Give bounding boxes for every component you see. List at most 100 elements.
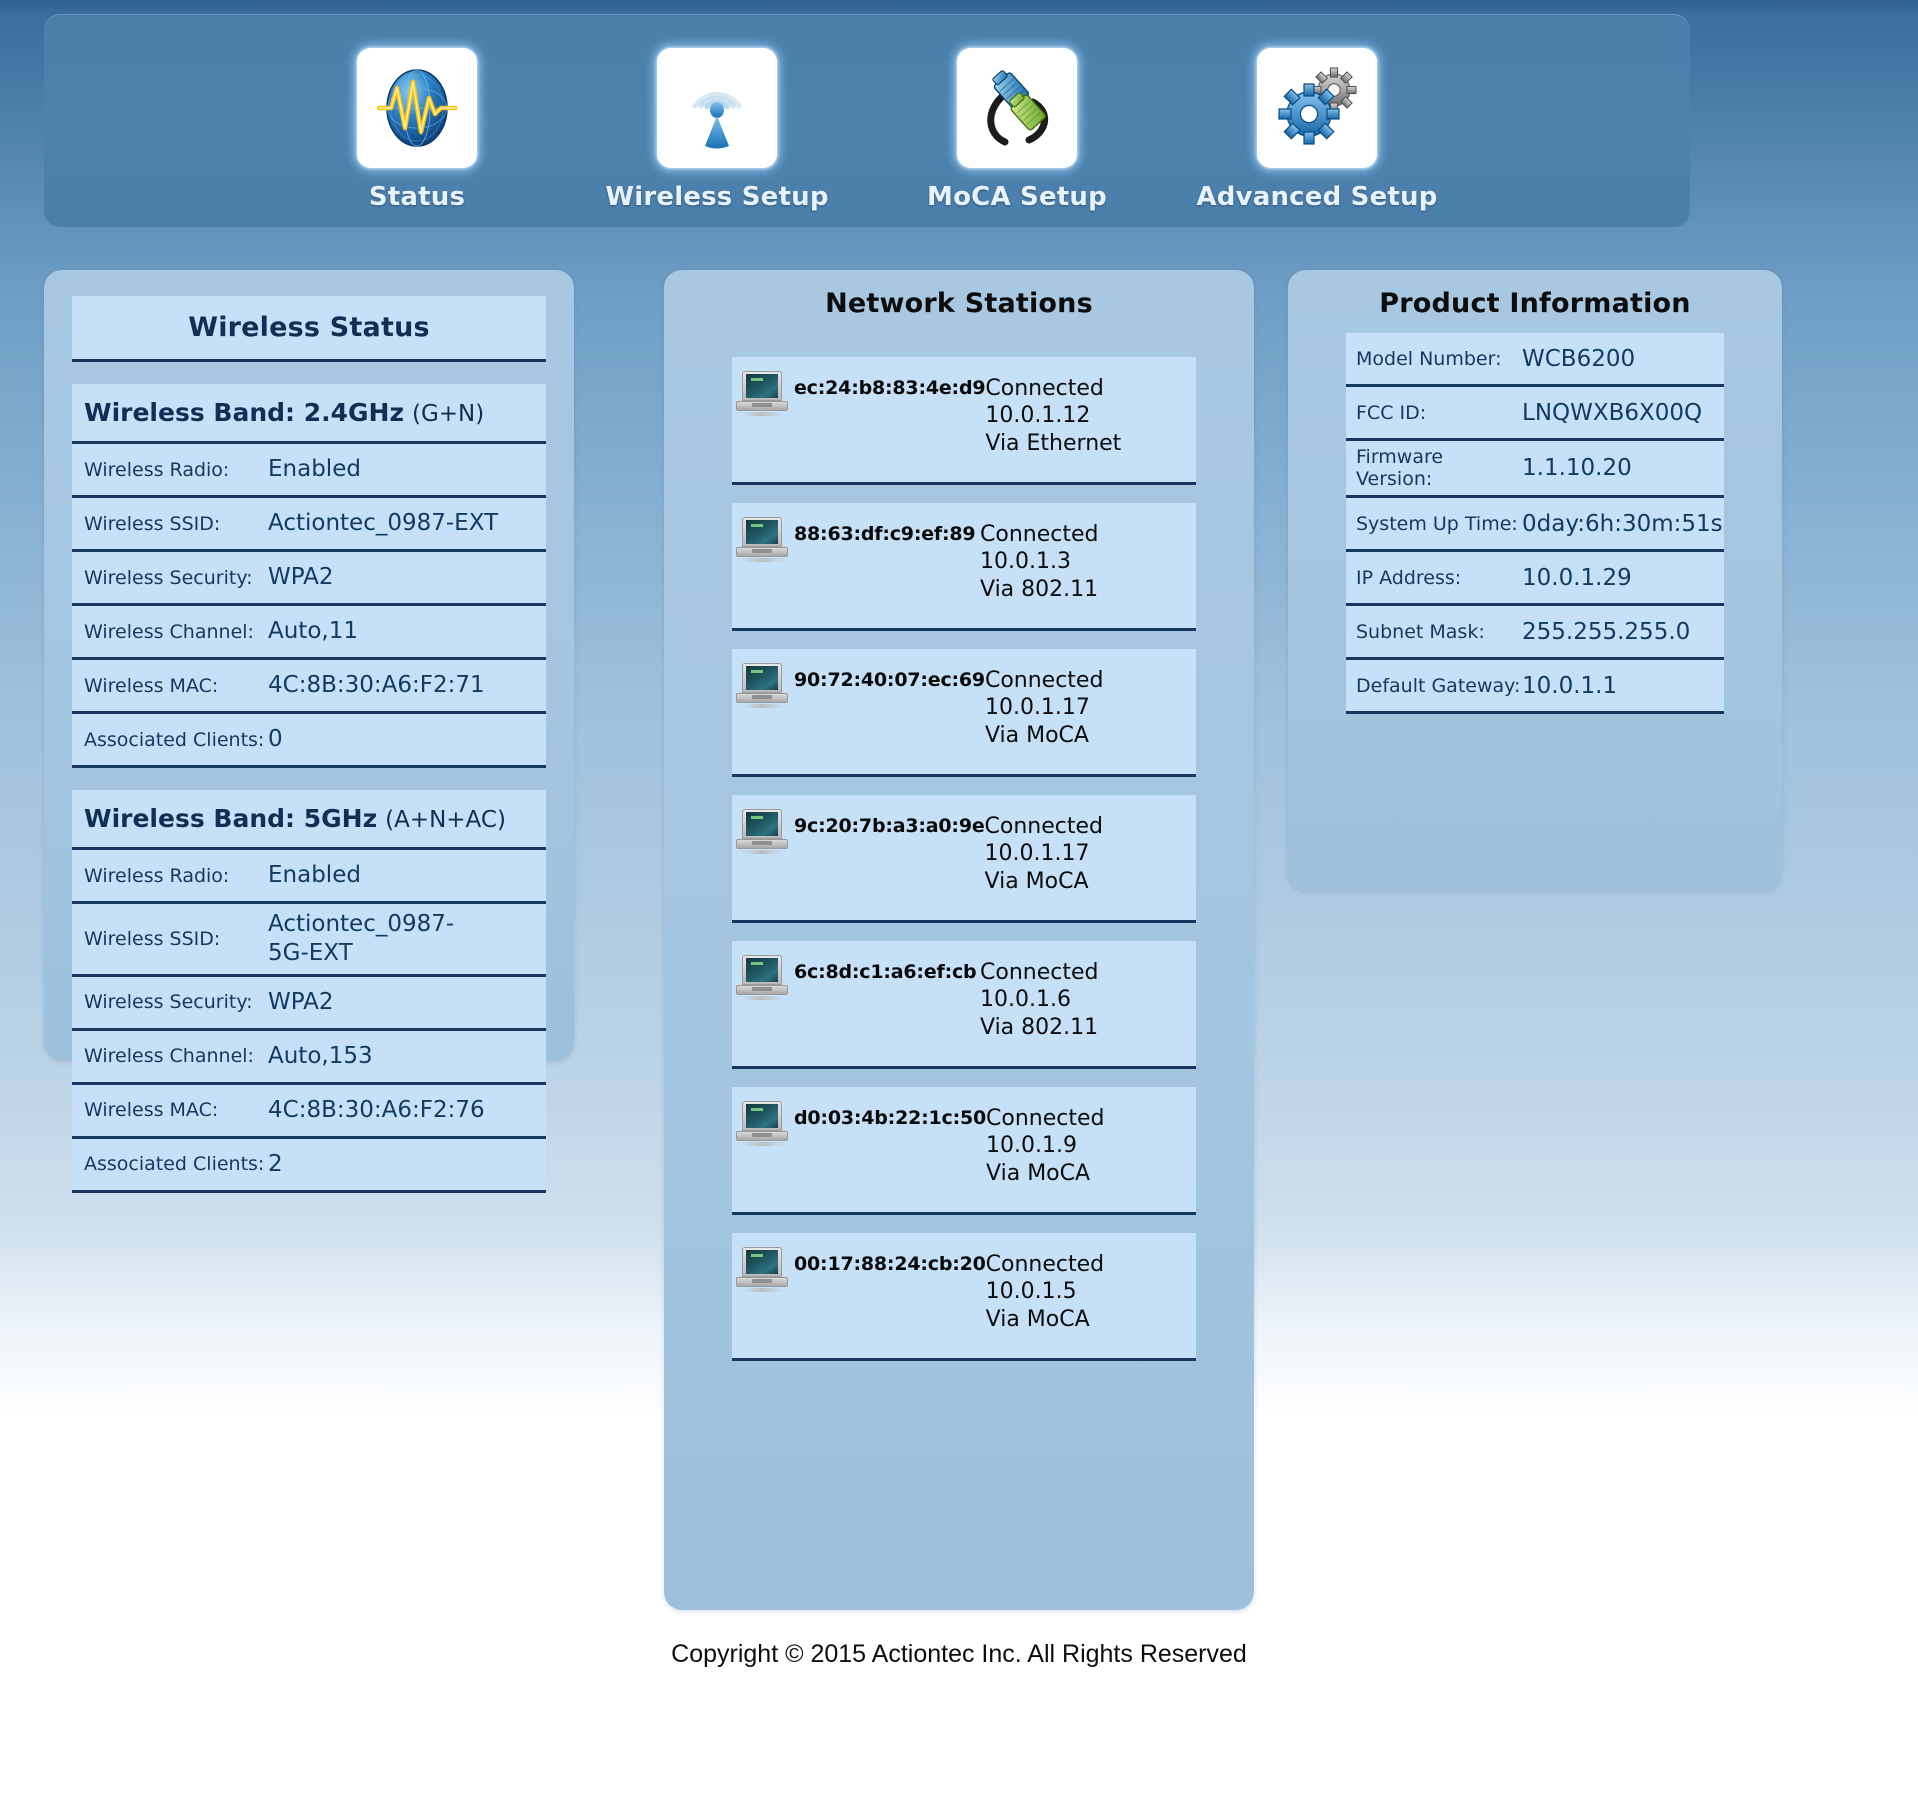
station-info: Connected 10.0.1.17 Via MoCA (985, 805, 1196, 895)
station-mac: 88:63:df:c9:ef:89 (794, 523, 976, 545)
band-header-5g-modes: (A+N+AC) (385, 807, 506, 833)
row-label: Associated Clients: (84, 728, 265, 751)
wireless-signal-icon[interactable] (657, 48, 777, 168)
band-header-2g-modes: (G+N) (411, 401, 485, 427)
network-stations-list: ec:24:b8:83:4e:d9 Connected 10.0.1.12 Vi… (732, 357, 1196, 1361)
row-value: Enabled (268, 456, 361, 483)
row-value: 2 (268, 1150, 283, 1177)
nav-item-advanced-setup[interactable]: Advanced Setup (1167, 28, 1467, 213)
row-label: FCC ID: (1356, 401, 1427, 424)
row-label: Wireless SSID: (84, 927, 221, 950)
wireless-row-5g-mac: Wireless MAC: 4C:8B:30:A6:F2:76 (72, 1084, 546, 1139)
row-label: Wireless Channel: (84, 620, 254, 643)
row-label: Wireless Radio: (84, 864, 230, 887)
station-info: Connected 10.0.1.6 Via 802.11 (980, 951, 1196, 1041)
router-status-page: Status Wireless Setup MoCA Setup Advance… (0, 0, 1918, 1804)
row-value: LNQWXB6X00Q (1522, 399, 1703, 426)
nav-item-moca-setup-label: MoCA Setup (927, 182, 1107, 212)
product-row-fcc-id: FCC ID: LNQWXB6X00Q (1346, 387, 1724, 441)
station-via: Via 802.11 (980, 576, 1099, 602)
station-mac: d0:03:4b:22:1c:50 (794, 1107, 987, 1129)
wireless-row-2g-mac: Wireless MAC: 4C:8B:30:A6:F2:71 (72, 660, 546, 714)
station-ip: 10.0.1.3 (980, 549, 1071, 575)
station-ip: 10.0.1.9 (986, 1133, 1078, 1159)
row-label: Wireless Radio: (84, 458, 230, 481)
station-row: 6c:8d:c1:a6:ef:cb Connected 10.0.1.6 Via… (732, 941, 1196, 1069)
station-info: Connected 10.0.1.3 Via 802.11 (980, 513, 1196, 603)
station-mac: 6c:8d:c1:a6:ef:cb (794, 961, 977, 983)
row-label: Wireless SSID: (84, 512, 221, 535)
status-globe-icon-svg (376, 69, 458, 147)
row-label: Wireless Channel: (84, 1045, 254, 1067)
nav-item-moca-setup[interactable]: MoCA Setup (867, 28, 1167, 213)
product-information-title: Product Information (1379, 288, 1691, 319)
wireless-status-table: Wireless Band: 2.4GHz (G+N) Wireless Rad… (72, 384, 546, 1193)
station-status: Connected (984, 814, 1103, 839)
row-value: 0 (268, 726, 283, 753)
computer-icon (732, 367, 794, 419)
product-row-firmware-version: Firmware Version: 1.1.10.20 (1346, 441, 1724, 498)
row-value: 10.0.1.29 (1522, 564, 1632, 591)
wireless-row-5g-radio: Wireless Radio: Enabled (72, 850, 546, 904)
wireless-row-2g-security: Wireless Security: WPA2 (72, 552, 546, 606)
station-row: 9c:20:7b:a3:a0:9e Connected 10.0.1.17 Vi… (732, 795, 1196, 923)
row-label: Model Number: (1356, 347, 1502, 370)
computer-icon (732, 1243, 794, 1295)
station-ip: 10.0.1.5 (985, 1279, 1077, 1305)
wireless-row-2g-channel: Wireless Channel: Auto,11 (72, 606, 546, 660)
station-via: Via 802.11 (980, 1014, 1099, 1040)
row-value: Actiontec_0987-5G-EXT (268, 911, 455, 966)
station-ip: 10.0.1.17 (984, 841, 1090, 867)
row-label: Subnet Mask: (1356, 620, 1485, 643)
computer-icon (732, 513, 794, 565)
wireless-row-5g-security: Wireless Security: WPA2 (72, 976, 546, 1031)
station-mac: 00:17:88:24:cb:20 (794, 1253, 986, 1275)
station-row: 88:63:df:c9:ef:89 Connected 10.0.1.3 Via… (732, 503, 1196, 631)
nav-item-status[interactable]: Status (267, 28, 567, 213)
station-mac: 9c:20:7b:a3:a0:9e (794, 815, 985, 837)
row-label: System Up Time: (1356, 512, 1518, 535)
row-value: 4C:8B:30:A6:F2:76 (268, 1096, 485, 1123)
row-value: WCB6200 (1522, 345, 1636, 372)
row-value: 255.255.255.0 (1522, 618, 1691, 645)
row-label: IP Address: (1356, 566, 1462, 589)
row-label: Default Gateway: (1356, 674, 1521, 697)
row-label: Wireless MAC: (84, 1099, 219, 1121)
wireless-status-panel: Wireless Status Wireless Band: 2.4GHz (G… (44, 270, 574, 1193)
band-header-2g-name: Wireless Band: 2.4GHz (84, 398, 405, 427)
wireless-row-2g-clients: Associated Clients: 0 (72, 714, 546, 768)
row-label: Firmware Version: (1356, 446, 1444, 490)
band-header-5g-name: Wireless Band: 5GHz (84, 804, 378, 833)
station-via: Via MoCA (986, 1160, 1091, 1186)
coax-cable-icon[interactable] (957, 48, 1077, 168)
row-value: Actiontec_0987-EXT (268, 510, 499, 537)
station-status: Connected (980, 522, 1099, 547)
station-status: Connected (985, 1252, 1105, 1277)
wireless-signal-icon-svg (692, 92, 742, 149)
product-row-default-gateway: Default Gateway: 10.0.1.1 (1346, 660, 1724, 714)
status-globe-icon[interactable] (357, 48, 477, 168)
computer-icon (732, 1097, 794, 1149)
nav-item-wireless-setup-label: Wireless Setup (605, 182, 829, 212)
station-ip: 10.0.1.17 (984, 695, 1090, 721)
computer-icon (732, 659, 794, 711)
product-row-ip-address: IP Address: 10.0.1.29 (1346, 552, 1724, 606)
product-information-panel: Product Information Model Number: WCB620… (1288, 270, 1782, 890)
station-status: Connected (986, 1106, 1105, 1131)
gears-icon[interactable] (1257, 48, 1377, 168)
row-value: 0day:6h:30m:51s (1522, 510, 1723, 537)
wireless-row-5g-clients: Associated Clients: 2 (72, 1138, 546, 1193)
product-row-system-up-time: System Up Time: 0day:6h:30m:51s (1346, 498, 1724, 552)
gears-icon-svg (1278, 67, 1357, 145)
row-label: Wireless Security: (84, 991, 253, 1013)
product-row-subnet-mask: Subnet Mask: 255.255.255.0 (1346, 606, 1724, 660)
network-stations-panel: Network Stations ec:24:b8:83:4e:d9 Conne… (664, 270, 1254, 1610)
station-via: Via MoCA (984, 722, 1089, 748)
station-info: Connected 10.0.1.5 Via MoCA (986, 1243, 1196, 1333)
computer-icon (732, 951, 794, 1003)
station-status: Connected (985, 376, 1104, 401)
station-mac: ec:24:b8:83:4e:d9 (794, 377, 986, 399)
row-value: 4C:8B:30:A6:F2:71 (268, 672, 485, 699)
row-value: WPA2 (268, 564, 334, 591)
nav-item-wireless-setup[interactable]: Wireless Setup (567, 28, 867, 213)
